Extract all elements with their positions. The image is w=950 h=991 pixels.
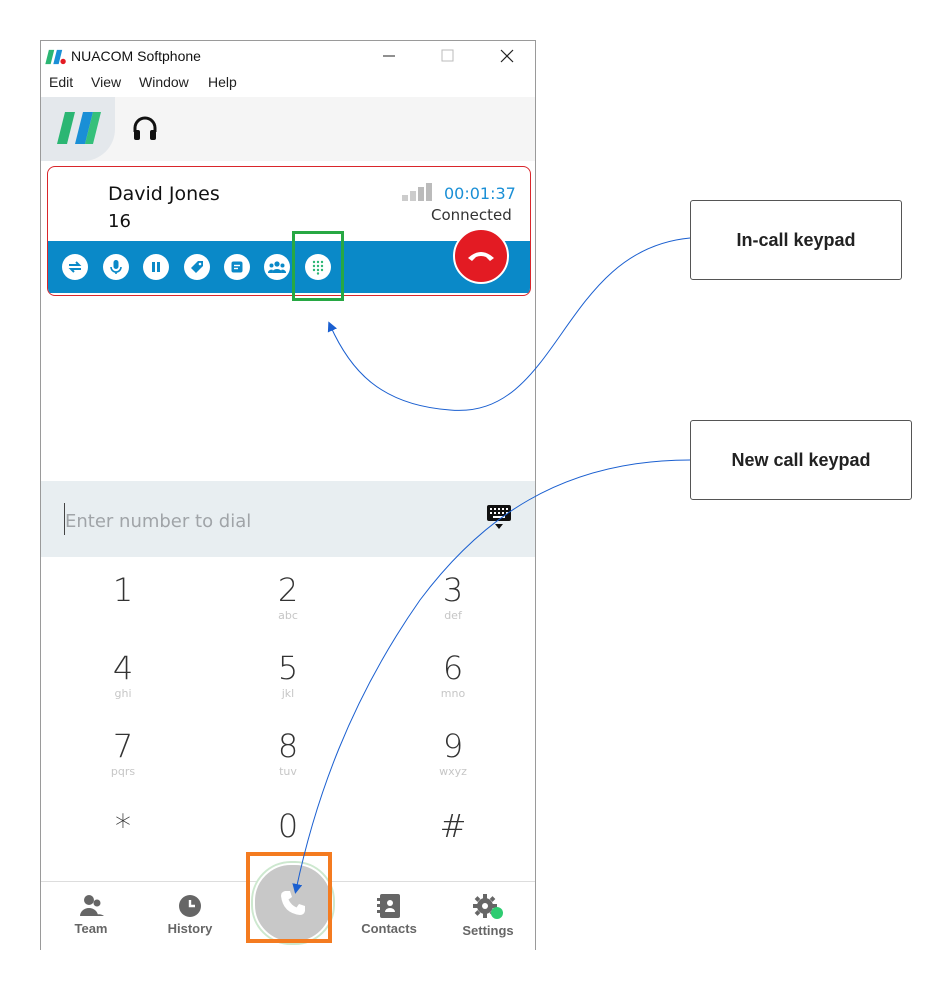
arrow-in-call-keypad	[327, 237, 691, 411]
arrow-new-call-keypad	[292, 459, 691, 894]
annotation-arrows	[292, 237, 691, 894]
